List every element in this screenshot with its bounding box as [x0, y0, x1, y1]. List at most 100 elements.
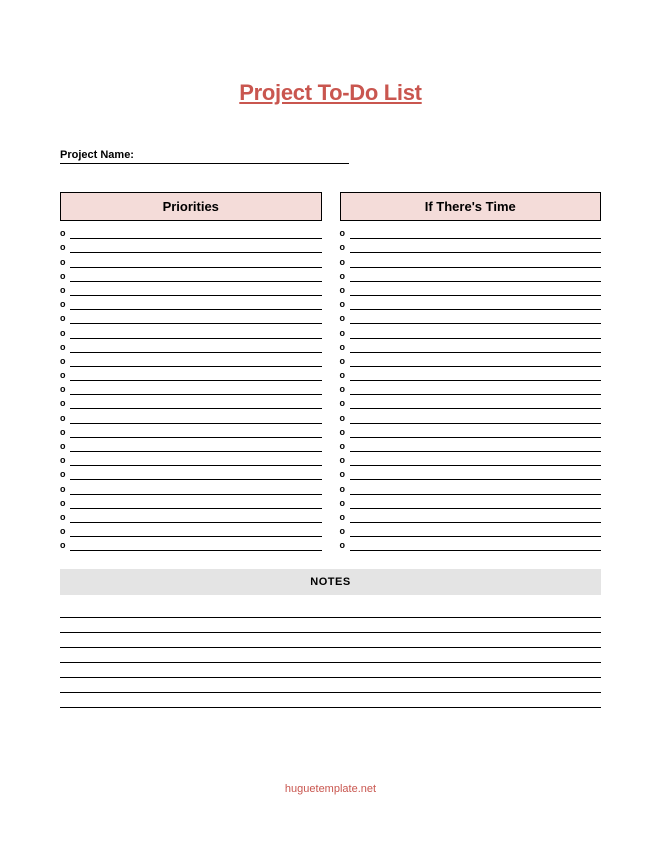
priorities-row[interactable]: o — [60, 282, 322, 296]
priorities-line[interactable] — [70, 523, 322, 537]
project-name-input-line[interactable] — [134, 148, 349, 164]
priorities-row[interactable]: o — [60, 339, 322, 353]
notes-line[interactable] — [60, 693, 601, 708]
if-time-line[interactable] — [350, 339, 602, 353]
priorities-line[interactable] — [70, 353, 322, 367]
if-time-row[interactable]: o — [340, 225, 602, 239]
if-time-line[interactable] — [350, 466, 602, 480]
priorities-line[interactable] — [70, 225, 322, 239]
priorities-line[interactable] — [70, 296, 322, 310]
priorities-row[interactable]: o — [60, 452, 322, 466]
priorities-line[interactable] — [70, 324, 322, 338]
priorities-line[interactable] — [70, 239, 322, 253]
priorities-line[interactable] — [70, 339, 322, 353]
priorities-line[interactable] — [70, 480, 322, 494]
if-time-line[interactable] — [350, 253, 602, 267]
if-time-line[interactable] — [350, 509, 602, 523]
if-time-row[interactable]: o — [340, 509, 602, 523]
notes-line[interactable] — [60, 603, 601, 618]
priorities-row[interactable]: o — [60, 438, 322, 452]
if-time-row[interactable]: o — [340, 452, 602, 466]
priorities-row[interactable]: o — [60, 310, 322, 324]
if-time-row[interactable]: o — [340, 239, 602, 253]
if-time-row[interactable]: o — [340, 310, 602, 324]
priorities-line[interactable] — [70, 268, 322, 282]
priorities-row[interactable]: o — [60, 253, 322, 267]
priorities-line[interactable] — [70, 466, 322, 480]
notes-line[interactable] — [60, 633, 601, 648]
if-time-row[interactable]: o — [340, 480, 602, 494]
priorities-line[interactable] — [70, 495, 322, 509]
priorities-row[interactable]: o — [60, 466, 322, 480]
if-time-line[interactable] — [350, 438, 602, 452]
project-name-field[interactable]: Project Name: — [60, 148, 601, 164]
priorities-row[interactable]: o — [60, 537, 322, 551]
priorities-row[interactable]: o — [60, 381, 322, 395]
if-time-line[interactable] — [350, 225, 602, 239]
priorities-line[interactable] — [70, 409, 322, 423]
if-time-line[interactable] — [350, 353, 602, 367]
priorities-line[interactable] — [70, 438, 322, 452]
priorities-row[interactable]: o — [60, 353, 322, 367]
priorities-line[interactable] — [70, 282, 322, 296]
priorities-row[interactable]: o — [60, 495, 322, 509]
if-time-line[interactable] — [350, 452, 602, 466]
priorities-line[interactable] — [70, 367, 322, 381]
if-time-row[interactable]: o — [340, 537, 602, 551]
if-time-row[interactable]: o — [340, 253, 602, 267]
if-time-line[interactable] — [350, 268, 602, 282]
if-time-row[interactable]: o — [340, 282, 602, 296]
if-time-line[interactable] — [350, 296, 602, 310]
if-time-row[interactable]: o — [340, 523, 602, 537]
if-time-row[interactable]: o — [340, 268, 602, 282]
priorities-line[interactable] — [70, 509, 322, 523]
priorities-line[interactable] — [70, 395, 322, 409]
priorities-line[interactable] — [70, 452, 322, 466]
if-time-row[interactable]: o — [340, 438, 602, 452]
priorities-line[interactable] — [70, 424, 322, 438]
if-time-row[interactable]: o — [340, 495, 602, 509]
if-time-row[interactable]: o — [340, 466, 602, 480]
if-time-line[interactable] — [350, 310, 602, 324]
if-time-row[interactable]: o — [340, 296, 602, 310]
if-time-line[interactable] — [350, 480, 602, 494]
priorities-row[interactable]: o — [60, 480, 322, 494]
if-time-line[interactable] — [350, 367, 602, 381]
if-time-line[interactable] — [350, 409, 602, 423]
if-time-line[interactable] — [350, 324, 602, 338]
priorities-row[interactable]: o — [60, 395, 322, 409]
priorities-row[interactable]: o — [60, 409, 322, 423]
priorities-line[interactable] — [70, 537, 322, 551]
if-time-line[interactable] — [350, 381, 602, 395]
notes-line[interactable] — [60, 648, 601, 663]
if-time-line[interactable] — [350, 395, 602, 409]
if-time-row[interactable]: o — [340, 381, 602, 395]
if-time-line[interactable] — [350, 239, 602, 253]
if-time-row[interactable]: o — [340, 353, 602, 367]
if-time-row[interactable]: o — [340, 424, 602, 438]
priorities-line[interactable] — [70, 253, 322, 267]
notes-line[interactable] — [60, 618, 601, 633]
priorities-line[interactable] — [70, 381, 322, 395]
if-time-line[interactable] — [350, 282, 602, 296]
if-time-row[interactable]: o — [340, 395, 602, 409]
if-time-line[interactable] — [350, 523, 602, 537]
if-time-row[interactable]: o — [340, 367, 602, 381]
priorities-row[interactable]: o — [60, 225, 322, 239]
if-time-line[interactable] — [350, 537, 602, 551]
priorities-line[interactable] — [70, 310, 322, 324]
notes-line[interactable] — [60, 678, 601, 693]
if-time-line[interactable] — [350, 424, 602, 438]
if-time-row[interactable]: o — [340, 339, 602, 353]
if-time-row[interactable]: o — [340, 409, 602, 423]
priorities-row[interactable]: o — [60, 296, 322, 310]
priorities-row[interactable]: o — [60, 268, 322, 282]
priorities-row[interactable]: o — [60, 367, 322, 381]
if-time-row[interactable]: o — [340, 324, 602, 338]
priorities-row[interactable]: o — [60, 509, 322, 523]
if-time-line[interactable] — [350, 495, 602, 509]
priorities-row[interactable]: o — [60, 523, 322, 537]
priorities-row[interactable]: o — [60, 324, 322, 338]
priorities-row[interactable]: o — [60, 239, 322, 253]
priorities-row[interactable]: o — [60, 424, 322, 438]
